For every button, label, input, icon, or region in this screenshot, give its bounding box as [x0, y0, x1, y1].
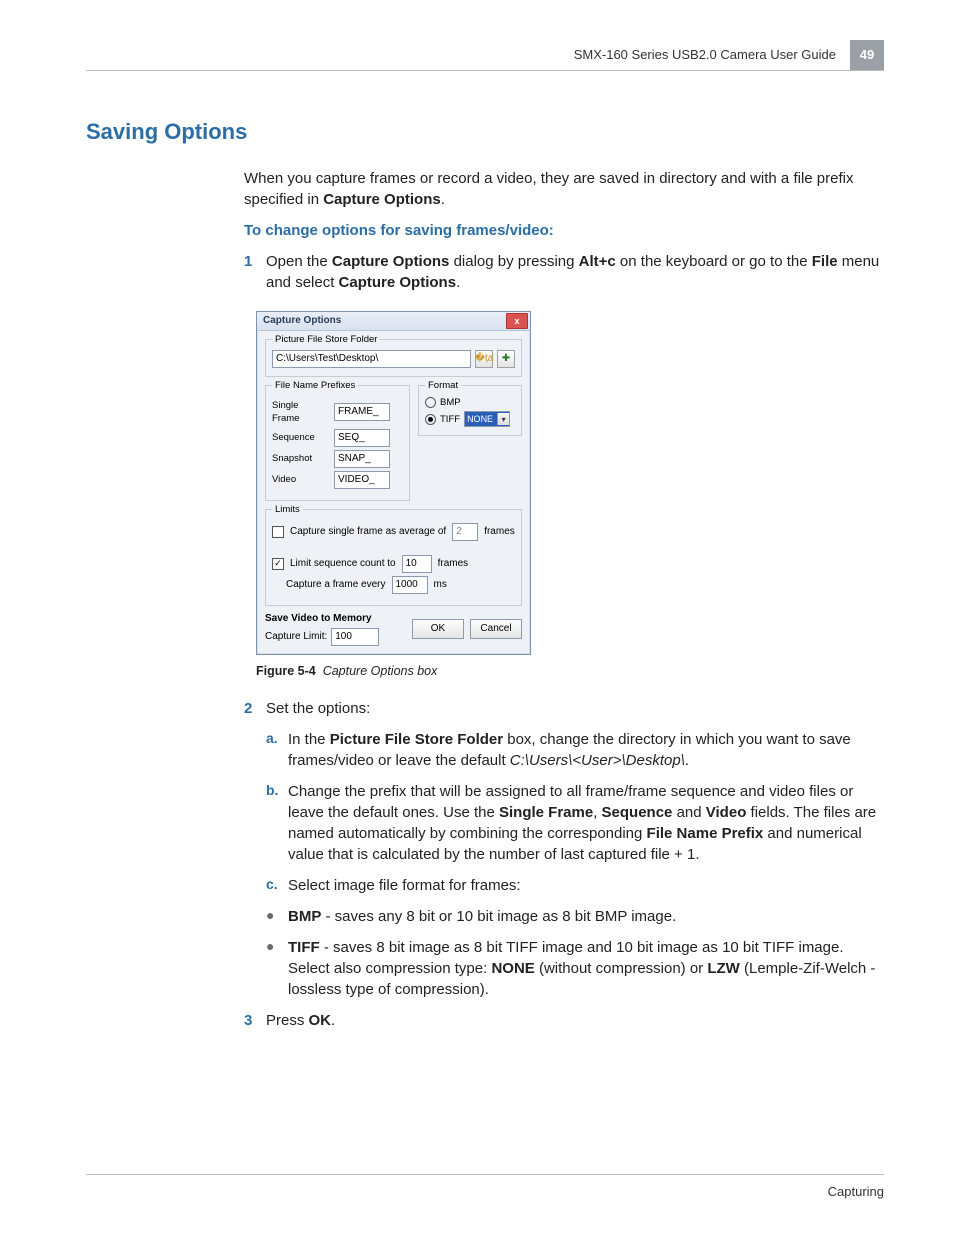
- bullet-bmp: ● BMP - saves any 8 bit or 10 bit image …: [244, 906, 884, 927]
- step-3: 3 Press OK.: [244, 1010, 884, 1031]
- guide-title: SMX-160 Series USB2.0 Camera User Guide: [574, 40, 850, 70]
- group-legend: Limits: [272, 503, 303, 516]
- store-folder-input[interactable]: C:\Users\Test\Desktop\: [272, 350, 471, 368]
- format-bmp-radio[interactable]: BMP: [425, 396, 515, 409]
- substep-letter: c.: [266, 875, 288, 896]
- step-2: 2 Set the options:: [244, 698, 884, 719]
- unit-label: frames: [484, 525, 515, 539]
- step-number: 1: [244, 251, 266, 293]
- label: Sequence: [272, 431, 328, 444]
- procedure-heading: To change options for saving frames/vide…: [244, 220, 884, 241]
- dialog-title-text: Capture Options: [263, 314, 341, 328]
- close-button[interactable]: x: [506, 313, 528, 329]
- snapshot-prefix-input[interactable]: SNAP_: [334, 450, 390, 468]
- frame-interval-input[interactable]: 1000: [392, 576, 428, 594]
- group-legend: Format: [425, 379, 461, 392]
- section-title: Saving Options: [86, 117, 884, 148]
- substep-a: a. In the Picture File Store Folder box,…: [244, 729, 884, 771]
- cancel-button[interactable]: Cancel: [470, 619, 522, 639]
- bullet-tiff: ● TIFF - saves 8 bit image as 8 bit TIFF…: [244, 937, 884, 1000]
- chevron-down-icon: ▾: [497, 413, 509, 425]
- limits-group: Limits Capture single frame as average o…: [265, 509, 522, 606]
- capture-options-dialog: Capture Options x Picture File Store Fol…: [256, 311, 531, 655]
- substep-letter: a.: [266, 729, 288, 771]
- page-header: SMX-160 Series USB2.0 Camera User Guide …: [86, 40, 884, 71]
- capture-limit-input[interactable]: 100: [331, 628, 379, 646]
- capture-limit-label: Capture Limit:: [265, 630, 327, 644]
- limit-sequence-checkbox[interactable]: ✓: [272, 558, 284, 570]
- text: .: [441, 191, 445, 208]
- ok-button[interactable]: OK: [412, 619, 464, 639]
- step-text: Set the options:: [266, 698, 884, 719]
- group-legend: File Name Prefixes: [272, 379, 358, 392]
- step-number: 3: [244, 1010, 266, 1031]
- average-checkbox[interactable]: [272, 526, 284, 538]
- footer-section-name: Capturing: [828, 1184, 884, 1199]
- average-frames-input[interactable]: 2: [452, 523, 478, 541]
- figure-caption: Figure 5-4 Capture Options box: [256, 663, 884, 681]
- label: Capture a frame every: [286, 578, 386, 592]
- page-footer: Capturing: [86, 1174, 884, 1201]
- prefixes-group: File Name Prefixes Single FrameFRAME_ Se…: [265, 385, 410, 501]
- label: Video: [272, 473, 328, 486]
- save-video-memory-label: Save Video to Memory: [265, 612, 379, 626]
- radio-icon: [425, 397, 436, 408]
- text-bold: Capture Options: [323, 191, 441, 208]
- substep-c: c. Select image file format for frames:: [244, 875, 884, 896]
- sequence-prefix-input[interactable]: SEQ_: [334, 429, 390, 447]
- bullet-icon: ●: [266, 937, 288, 1000]
- dialog-titlebar: Capture Options x: [257, 312, 530, 331]
- label: Limit sequence count to: [290, 557, 396, 571]
- step-text: Open the Capture Options dialog by press…: [266, 251, 884, 293]
- sequence-limit-input[interactable]: 10: [402, 555, 432, 573]
- new-folder-button[interactable]: ✚: [497, 350, 515, 368]
- group-legend: Picture File Store Folder: [272, 333, 380, 346]
- label: Snapshot: [272, 452, 328, 465]
- step-1: 1 Open the Capture Options dialog by pre…: [244, 251, 884, 293]
- folder-open-icon: �ța: [475, 352, 494, 366]
- format-group: Format BMP TIFF NONE▾: [418, 385, 522, 436]
- close-icon: x: [514, 315, 519, 328]
- bullet-icon: ●: [266, 906, 288, 927]
- folder-new-icon: ✚: [502, 352, 510, 366]
- video-prefix-input[interactable]: VIDEO_: [334, 471, 390, 489]
- intro-paragraph: When you capture frames or record a vide…: [244, 168, 884, 210]
- single-frame-prefix-input[interactable]: FRAME_: [334, 403, 390, 421]
- label: Capture single frame as average of: [290, 525, 446, 539]
- page-number: 49: [850, 40, 884, 70]
- substep-b: b. Change the prefix that will be assign…: [244, 781, 884, 865]
- unit-label: ms: [434, 578, 447, 592]
- substep-letter: b.: [266, 781, 288, 865]
- format-tiff-radio[interactable]: TIFF NONE▾: [425, 411, 515, 427]
- unit-label: frames: [438, 557, 469, 571]
- label: Single Frame: [272, 399, 328, 426]
- tiff-compression-select[interactable]: NONE▾: [464, 411, 510, 427]
- radio-icon: [425, 414, 436, 425]
- store-folder-group: Picture File Store Folder C:\Users\Test\…: [265, 339, 522, 377]
- browse-folder-button[interactable]: �ța: [475, 350, 493, 368]
- step-number: 2: [244, 698, 266, 719]
